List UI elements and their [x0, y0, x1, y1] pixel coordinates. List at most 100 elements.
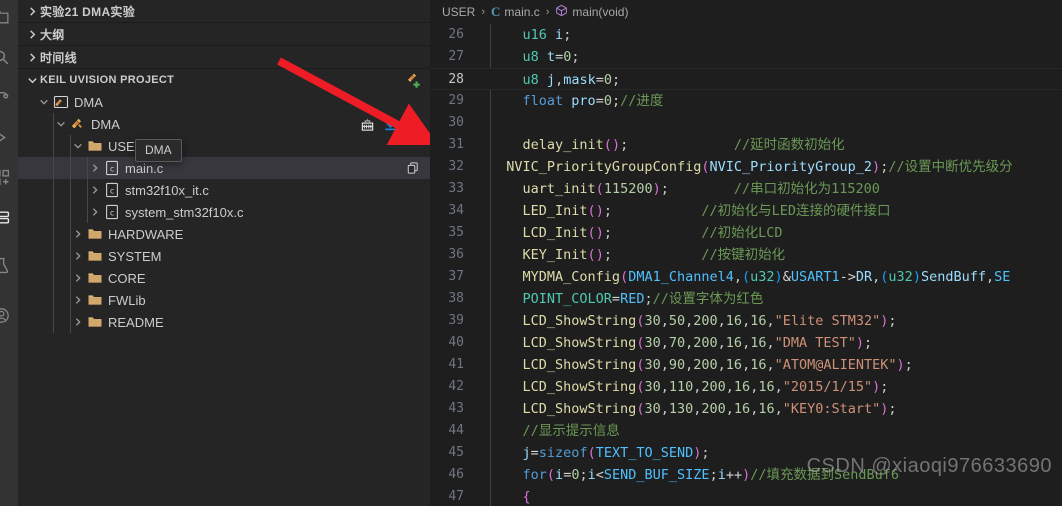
code-line[interactable]: 36 KEY_Init(); //按键初始化 [430, 244, 1062, 266]
line-number: 29 [448, 93, 464, 108]
tree-item-system[interactable]: SYSTEM [18, 245, 430, 267]
tree-item-label: DMA [74, 94, 103, 110]
code-line[interactable]: 39 LCD_ShowString(30,50,200,16,16,"Elite… [430, 310, 1062, 332]
extensions-icon[interactable] [0, 162, 16, 192]
sidebar-section-timeline[interactable]: 时间线 [18, 45, 430, 68]
folder-icon [86, 245, 104, 267]
copy-icon[interactable] [406, 157, 420, 179]
line-number: 39 [448, 313, 464, 328]
source-control-icon[interactable] [0, 82, 16, 112]
indent-guide [87, 157, 88, 223]
code-text: float pro=0;//进度 [522, 93, 664, 109]
sidebar-section-label: 实验21 DMA实验 [40, 4, 136, 19]
chevron-down-icon [36, 91, 52, 113]
chevron-right-icon [87, 179, 103, 201]
code-line[interactable]: 34 LED_Init(); //初始化与LED连接的硬件接口 [430, 200, 1062, 222]
sidebar-section-keil-project[interactable]: KEIL UVISION PROJECT [18, 68, 430, 91]
activity-bar [0, 0, 18, 506]
project-tree: DMA DMA USER c main.c c stm32f10x_it.c c system_… [18, 91, 430, 333]
download-icon[interactable] [382, 116, 399, 133]
sidebar-section-experiment[interactable]: 实验21 DMA实验 [18, 0, 430, 22]
tree-item-fwlib[interactable]: FWLib [18, 289, 430, 311]
code-line[interactable]: 32 NVIC_PriorityGroupConfig(NVIC_Priorit… [430, 156, 1062, 178]
breadcrumb-folder[interactable]: USER [442, 5, 475, 19]
code-line[interactable]: 27 u8 t=0; [430, 46, 1062, 68]
indent-guide [70, 135, 71, 333]
line-number: 34 [448, 203, 464, 218]
tree-item-stm32f10x-it-c[interactable]: c stm32f10x_it.c [18, 179, 430, 201]
chevron-right-icon [70, 267, 86, 289]
tree-item-label: CORE [108, 270, 146, 286]
code-line[interactable]: 45 j=sizeof(TEXT_TO_SEND); [430, 442, 1062, 464]
tree-item-hardware[interactable]: HARDWARE [18, 223, 430, 245]
code-line[interactable]: 26 u16 i; [430, 24, 1062, 46]
code-line[interactable]: 29 float pro=0;//进度 [430, 90, 1062, 112]
line-number: 26 [448, 27, 464, 42]
section-actions [406, 69, 422, 91]
line-number: 45 [448, 445, 464, 460]
code-text: KEY_Init(); //按键初始化 [522, 247, 786, 263]
code-line[interactable]: 43 LCD_ShowString(30,130,200,16,16,"KEY0… [430, 398, 1062, 420]
line-number: 41 [448, 357, 464, 372]
code-line[interactable]: 40 LCD_ShowString(30,70,200,16,16,"DMA T… [430, 332, 1062, 354]
code-line[interactable]: 47 { [430, 486, 1062, 506]
search-icon[interactable] [0, 42, 16, 72]
code-line[interactable]: 37 MYDMA_Config(DMA1_Channel4,(u32)&USAR… [430, 266, 1062, 288]
sidebar-section-outline[interactable]: 大纲 [18, 22, 430, 45]
c-file-icon: C [491, 4, 501, 19]
tree-item-readme[interactable]: README [18, 311, 430, 333]
code-line[interactable]: 38 POINT_COLOR=RED;//设置字体为红色 [430, 288, 1062, 310]
line-number: 33 [448, 181, 464, 196]
account-icon[interactable] [0, 300, 16, 330]
chevron-right-icon [24, 3, 40, 19]
code-line[interactable]: 46 for(i=0;i<SEND_BUF_SIZE;i++)//填充数据到Se… [430, 464, 1062, 486]
chevron-down-icon [70, 135, 86, 157]
tree-item-dma[interactable]: DMA [18, 91, 430, 113]
tree-item-system-stm32f10x-c[interactable]: c system_stm32f10x.c [18, 201, 430, 223]
tree-item-user[interactable]: USER [18, 135, 430, 157]
tree-item-label: stm32f10x_it.c [125, 182, 209, 198]
symbol-method-icon [555, 4, 568, 20]
tree-item-label: HARDWARE [108, 226, 184, 242]
breadcrumb-file[interactable]: C main.c [491, 4, 540, 20]
code-line[interactable]: 33 uart_init(115200); //串口初始化为115200 [430, 178, 1062, 200]
code-line[interactable]: 41 LCD_ShowString(30,90,200,16,16,"ATOM@… [430, 354, 1062, 376]
code-text: u8 t=0; [522, 49, 580, 65]
tree-item-main-c[interactable]: c main.c [18, 157, 430, 179]
code-text: LCD_ShowString(30,110,200,16,16,"2015/1/… [522, 379, 889, 395]
code-text: uart_init(115200); //串口初始化为115200 [522, 181, 880, 197]
code-line[interactable]: 35 LCD_Init(); //初始化LCD [430, 222, 1062, 244]
add-project-icon[interactable] [406, 72, 422, 88]
line-number: 43 [448, 401, 464, 416]
project-icon [69, 113, 87, 135]
chevron-right-icon [24, 26, 40, 42]
explorer-icon[interactable] [0, 2, 16, 32]
tree-item-dma[interactable]: DMA [18, 113, 430, 135]
editor-pane: USER › C main.c › main(void) 26 u16 i; 27… [430, 0, 1062, 506]
folder-icon [86, 135, 104, 157]
tree-item-label: FWLib [108, 292, 146, 308]
rebuild-icon[interactable] [405, 116, 422, 133]
test-beaker-icon[interactable] [0, 250, 16, 280]
code-line[interactable]: 30 [430, 112, 1062, 134]
svg-text:c: c [110, 186, 115, 195]
code-line[interactable]: 31 delay_init(); //延时函数初始化 [430, 134, 1062, 156]
code-text: LCD_ShowString(30,90,200,16,16,"ATOM@ALI… [522, 357, 913, 373]
code-text: LED_Init(); //初始化与LED连接的硬件接口 [522, 203, 891, 219]
code-area[interactable]: 26 u16 i; 27 u8 t=0; 28 u8 j,mask=0; 29 flo… [430, 24, 1062, 506]
code-text: u8 j,mask=0; [522, 72, 621, 88]
workspace-icon [52, 91, 70, 113]
code-line[interactable]: 42 LCD_ShowString(30,110,200,16,16,"2015… [430, 376, 1062, 398]
tree-item-core[interactable]: CORE [18, 267, 430, 289]
code-line[interactable]: 28 u8 j,mask=0; [430, 68, 1062, 90]
breadcrumb-symbol[interactable]: main(void) [555, 4, 628, 20]
code-text: delay_init(); //延时函数初始化 [522, 137, 845, 153]
svg-text:c: c [110, 208, 115, 217]
build-icon[interactable] [359, 116, 376, 133]
tooltip-dma: DMA [135, 139, 182, 162]
run-debug-icon[interactable] [0, 122, 16, 152]
tree-item-label: system_stm32f10x.c [125, 204, 244, 220]
sidebar-section-label: 大纲 [40, 27, 65, 42]
code-line[interactable]: 44 //显示提示信息 [430, 420, 1062, 442]
remote-explorer-icon[interactable] [0, 202, 16, 232]
